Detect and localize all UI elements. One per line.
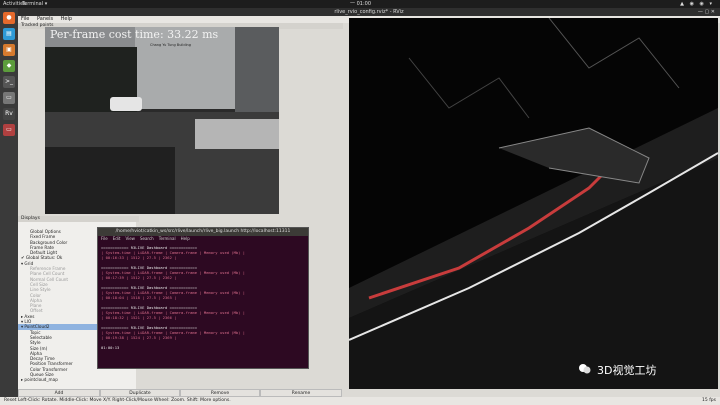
- remove-button[interactable]: Remove: [180, 389, 260, 397]
- software-icon[interactable]: ▣: [3, 44, 15, 56]
- window-controls[interactable]: — ▢ ✕: [698, 8, 715, 16]
- status-bar: Reset Left-Click: Rotate. Middle-Click: …: [0, 397, 720, 405]
- app-icon[interactable]: ◆: [3, 60, 15, 72]
- window-titlebar: rlive_rvio_config.rviz* - RViz — ▢ ✕: [18, 8, 720, 16]
- menu-help[interactable]: Help: [61, 16, 72, 22]
- camera-image-view: Chang Yu Tung Building Per-frame cost ti…: [45, 27, 279, 214]
- files-icon[interactable]: ▤: [3, 28, 15, 40]
- clock[interactable]: 一 01:00: [350, 0, 371, 8]
- terminal-menu-bar: File Edit View Search Terminal Help: [98, 236, 308, 242]
- add-button[interactable]: Add: [18, 389, 100, 397]
- duplicate-button[interactable]: Duplicate: [100, 389, 180, 397]
- dock: ● ▤ ▣ ◆ >_ ▭ Rv ▭: [0, 8, 18, 405]
- terminal-menu-item[interactable]: File: [101, 236, 108, 241]
- system-top-bar: Activities Terminal ▾ 一 01:00 ▲ ◉ ◉ ▾: [0, 0, 720, 8]
- 3d-pointcloud-view[interactable]: 3D视觉工坊: [349, 18, 718, 389]
- cost-time-overlay: Per-frame cost time: 33.22 ms: [50, 28, 219, 41]
- pointcloud-render: [349, 18, 718, 389]
- image-building-right: [235, 27, 279, 122]
- building-sign: Chang Yu Tung Building: [150, 43, 192, 47]
- terminal-app-menu[interactable]: Terminal ▾: [22, 0, 47, 8]
- window-title: rlive_rvio_config.rviz* - RViz: [334, 9, 404, 15]
- screenshot-icon[interactable]: ▭: [3, 92, 15, 104]
- image-shadow: [45, 147, 175, 214]
- fps-readout: 15 fps: [702, 398, 716, 403]
- display-tree-item[interactable]: ▸ pointcloud_map: [18, 377, 136, 382]
- terminal-title: /home/hviot/catkin_ws/src/rlive/launch/r…: [98, 228, 308, 236]
- terminal-window[interactable]: /home/hviot/catkin_ws/src/rlive/launch/r…: [97, 227, 309, 369]
- status-text: Reset Left-Click: Rotate. Middle-Click: …: [4, 398, 231, 403]
- terminal-icon[interactable]: >_: [3, 76, 15, 88]
- terminal-red-icon[interactable]: ▭: [3, 124, 15, 136]
- image-walkway: [195, 119, 279, 149]
- watermark-text: 3D视觉工坊: [597, 364, 657, 377]
- rviz-icon[interactable]: Rv: [3, 108, 15, 120]
- terminal-menu-item[interactable]: Terminal: [159, 236, 176, 241]
- r3live-dashboard: ============ R3LIVE Dashboard ==========…: [101, 245, 301, 350]
- wechat-glyph: [579, 364, 591, 374]
- terminal-menu-item[interactable]: Search: [140, 236, 154, 241]
- rename-button[interactable]: Rename: [260, 389, 342, 397]
- terminal-cursor-line: 01:00:13: [101, 345, 120, 350]
- menu-file[interactable]: File: [21, 16, 29, 22]
- system-tray[interactable]: ▲ ◉ ◉ ▾: [680, 0, 714, 8]
- terminal-menu-item[interactable]: Help: [181, 236, 190, 241]
- terminal-menu-item[interactable]: View: [125, 236, 135, 241]
- chrome-icon[interactable]: ●: [3, 12, 15, 24]
- terminal-menu-item[interactable]: Edit: [113, 236, 121, 241]
- image-car: [110, 97, 142, 111]
- wechat-icon: [578, 361, 592, 375]
- menu-panels[interactable]: Panels: [37, 16, 53, 22]
